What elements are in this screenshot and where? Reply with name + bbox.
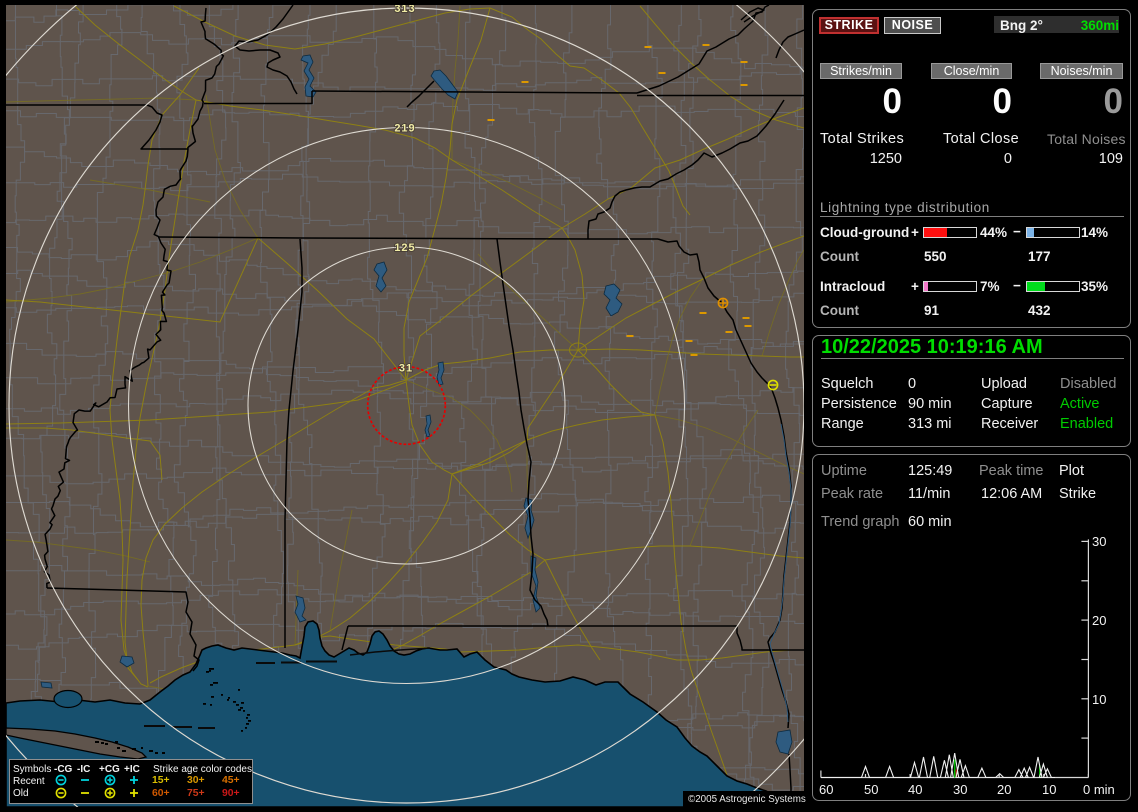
svg-text:31: 31: [399, 363, 413, 375]
svg-text:313: 313: [394, 5, 415, 15]
svg-text:125: 125: [394, 242, 415, 254]
svg-text:219: 219: [394, 123, 415, 135]
